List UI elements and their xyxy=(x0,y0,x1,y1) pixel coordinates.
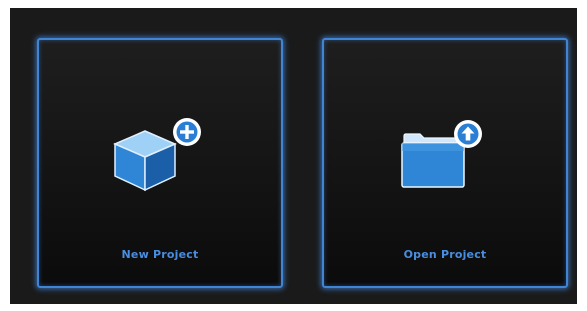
new-project-button[interactable]: New Project xyxy=(37,38,283,288)
open-project-button[interactable]: Open Project xyxy=(322,38,568,288)
open-project-label: Open Project xyxy=(403,248,487,261)
cube-plus-icon xyxy=(113,118,201,192)
open-project-icon-group xyxy=(390,118,500,202)
folder-upload-icon xyxy=(401,120,482,188)
project-launcher: New Project Open Project xyxy=(10,8,577,304)
new-project-label: New Project xyxy=(121,248,199,261)
new-project-icon-group xyxy=(105,118,215,202)
